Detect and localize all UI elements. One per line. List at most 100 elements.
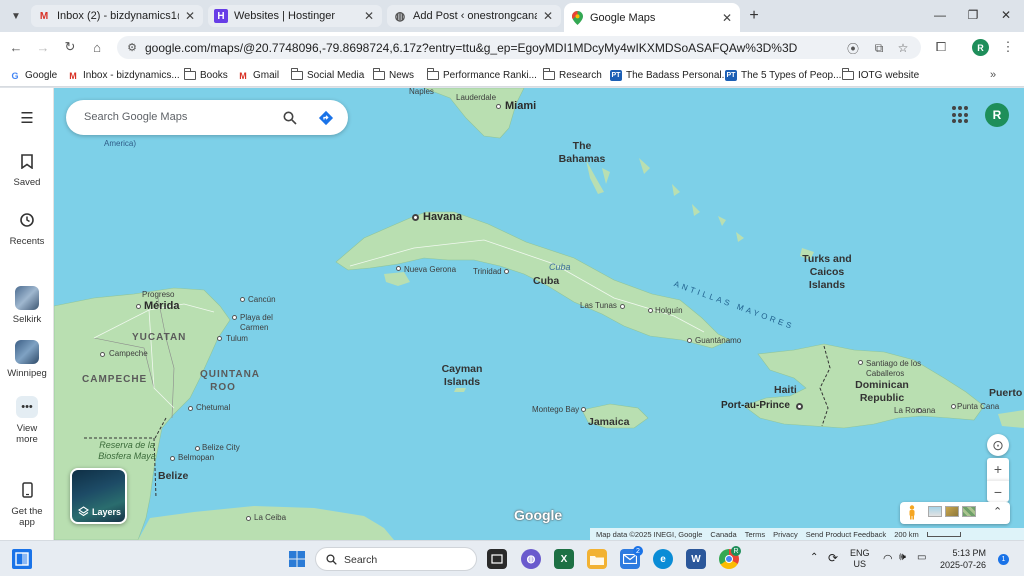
map-label-campeche-city[interactable]: Campeche xyxy=(109,350,148,358)
edge-browser-icon[interactable]: e xyxy=(653,549,673,569)
map-label-haiti[interactable]: Haiti xyxy=(774,384,797,397)
map-label-america[interactable]: America) xyxy=(104,140,136,148)
search-icon[interactable] xyxy=(280,108,300,128)
bookmark-star-icon[interactable]: ☆ xyxy=(895,40,911,56)
bookmark-research[interactable]: Research xyxy=(543,68,602,83)
saved-button[interactable]: Saved xyxy=(0,151,54,188)
new-tab-plus-icon[interactable]: + xyxy=(744,6,764,26)
location-pin-icon[interactable]: ⦿ xyxy=(845,40,861,56)
terms-link[interactable]: Terms xyxy=(745,530,765,539)
imagery-thumbnail[interactable] xyxy=(928,506,942,517)
maps-search-box[interactable]: Search Google Maps xyxy=(66,100,348,135)
map-label-montego-bay[interactable]: Montego Bay xyxy=(532,406,579,414)
map-label-yucatan[interactable]: YUCATAN xyxy=(132,333,186,343)
imagery-thumbnail[interactable] xyxy=(962,506,976,517)
map-label-nueva-gerona[interactable]: Nueva Gerona xyxy=(404,266,456,274)
site-settings-icon[interactable]: ⚙ xyxy=(125,40,139,54)
windows-start-icon[interactable] xyxy=(287,549,307,569)
map-label-lauderdale[interactable]: Lauderdale xyxy=(456,94,496,102)
minimize-icon[interactable]: — xyxy=(926,4,954,26)
tab-add-post[interactable]: ◍ Add Post ‹ onestrongcanadian.c ✕ xyxy=(387,5,561,27)
extensions-puzzle-icon[interactable]: ⧠ xyxy=(931,37,951,57)
map-label-punta-cana[interactable]: Punta Cana xyxy=(957,403,999,411)
widgets-icon[interactable] xyxy=(12,549,32,569)
wifi-icon[interactable]: ◠ xyxy=(883,552,893,565)
zoom-in-button[interactable]: + xyxy=(987,458,1009,480)
close-icon[interactable]: ✕ xyxy=(362,9,376,23)
recent-place-winnipeg[interactable]: Winnipeg xyxy=(0,340,54,379)
browser-profile-avatar[interactable]: R xyxy=(972,39,989,56)
map-label-la-ceiba[interactable]: La Ceiba xyxy=(254,514,286,522)
map-label-progreso[interactable]: Progreso xyxy=(142,291,174,299)
map-label-port-au-prince[interactable]: Port-au-Prince xyxy=(721,401,790,411)
reload-icon[interactable]: ↻ xyxy=(60,37,80,57)
map-label-dominican-republic[interactable]: Dominican Republic xyxy=(850,379,914,405)
map-label-jamaica[interactable]: Jamaica xyxy=(588,416,629,429)
region-link-canada[interactable]: Canada xyxy=(710,530,736,539)
close-icon[interactable]: ✕ xyxy=(541,9,555,23)
imagery-thumbnail[interactable] xyxy=(945,506,959,517)
imagery-strip[interactable]: ⌃ xyxy=(900,502,1010,524)
map-canvas[interactable]: Naples Lauderdale Miami America) The Bah… xyxy=(54,88,1024,540)
install-app-icon[interactable]: ⧉ xyxy=(871,40,887,56)
tab-search-chevron-down-icon[interactable]: ▼ xyxy=(6,6,26,26)
tab-hostinger[interactable]: H Websites | Hostinger ✕ xyxy=(208,5,382,27)
map-label-playa-del-carmen[interactable]: Playa del Carmen xyxy=(240,313,280,332)
bookmark-5-types[interactable]: PT The 5 Types of Peop... xyxy=(725,68,841,83)
map-label-reserva-maya[interactable]: Reserva de la Biosfera Maya xyxy=(82,440,172,462)
bookmark-badass-personal[interactable]: PT The Badass Personal... xyxy=(610,68,730,83)
back-arrow-icon[interactable]: ← xyxy=(6,37,26,57)
search-input[interactable]: Search Google Maps xyxy=(84,111,187,123)
map-label-bahamas[interactable]: The Bahamas xyxy=(554,140,610,166)
map-label-trinidad[interactable]: Trinidad xyxy=(473,268,502,276)
map-label-belmopan[interactable]: Belmopan xyxy=(178,454,214,462)
map-label-santiago[interactable]: Santiago de los Caballeros xyxy=(866,359,926,378)
language-indicator[interactable]: ENG US xyxy=(850,548,870,571)
bookmark-performance-ranking[interactable]: Performance Ranki... xyxy=(427,68,537,83)
map-label-merida[interactable]: Mérida xyxy=(144,301,179,312)
bookmark-google[interactable]: G Google xyxy=(9,68,57,83)
my-location-button[interactable]: ⊙ xyxy=(987,434,1009,456)
map-label-belize[interactable]: Belize xyxy=(158,470,188,483)
restore-icon[interactable]: ❐ xyxy=(959,4,987,26)
sync-icon[interactable]: ⟳ xyxy=(828,551,838,565)
battery-icon[interactable]: ▭ xyxy=(917,552,926,563)
recents-button[interactable]: Recents xyxy=(0,210,54,247)
map-label-naples[interactable]: Naples xyxy=(409,88,434,96)
map-label-la-romana[interactable]: La Romana xyxy=(894,407,935,415)
map-label-guantanamo[interactable]: Guantánamo xyxy=(695,337,741,345)
map-label-cuba-water[interactable]: Cuba xyxy=(549,263,571,272)
bookmark-iotg-website[interactable]: IOTG website xyxy=(842,68,919,83)
map-label-miami[interactable]: Miami xyxy=(505,101,536,112)
view-more-button[interactable]: ••• View more xyxy=(0,396,54,445)
home-icon[interactable]: ⌂ xyxy=(87,37,107,57)
tab-google-maps[interactable]: Google Maps ✕ xyxy=(564,3,740,32)
address-bar[interactable]: ⚙ google.com/maps/@20.7748096,-79.869872… xyxy=(117,36,921,59)
volume-icon[interactable]: 🕪 xyxy=(899,551,906,564)
feedback-link[interactable]: Send Product Feedback xyxy=(806,530,886,539)
forward-arrow-icon[interactable]: → xyxy=(33,37,53,57)
bookmark-news[interactable]: News xyxy=(373,68,414,83)
get-app-button[interactable]: Get the app xyxy=(0,480,54,528)
bookmark-social-media[interactable]: Social Media xyxy=(291,68,364,83)
window-close-icon[interactable]: ✕ xyxy=(992,4,1020,26)
map-label-holguin[interactable]: Holguín xyxy=(655,307,683,315)
map-label-cayman-islands[interactable]: Cayman Islands xyxy=(434,363,490,389)
more-bookmarks-chevron-icon[interactable]: » xyxy=(990,69,996,81)
map-label-puerto[interactable]: Puerto xyxy=(989,387,1022,400)
map-label-cancun[interactable]: Cancún xyxy=(248,296,276,304)
map-label-chetumal[interactable]: Chetumal xyxy=(196,404,230,412)
tab-gmail[interactable]: M Inbox (2) - bizdynamics1@gma ✕ xyxy=(31,5,203,27)
map-label-havana[interactable]: Havana xyxy=(423,212,462,223)
privacy-link[interactable]: Privacy xyxy=(773,530,798,539)
copilot-icon[interactable]: ◍ xyxy=(521,549,541,569)
kebab-menu-icon[interactable]: ⋮ xyxy=(998,37,1018,57)
layers-button[interactable]: Layers xyxy=(70,468,127,524)
map-label-las-tunas[interactable]: Las Tunas xyxy=(580,302,617,310)
menu-button[interactable]: ☰ xyxy=(0,108,54,134)
tray-chevron-up-icon[interactable]: ⌃ xyxy=(810,552,818,563)
scale-label[interactable]: 200 km xyxy=(894,530,919,539)
expand-chevron-up-icon[interactable]: ⌃ xyxy=(993,505,1002,518)
bookmark-inbox[interactable]: M Inbox - bizdynamics... xyxy=(67,68,179,83)
zoom-out-button[interactable]: − xyxy=(987,480,1009,502)
